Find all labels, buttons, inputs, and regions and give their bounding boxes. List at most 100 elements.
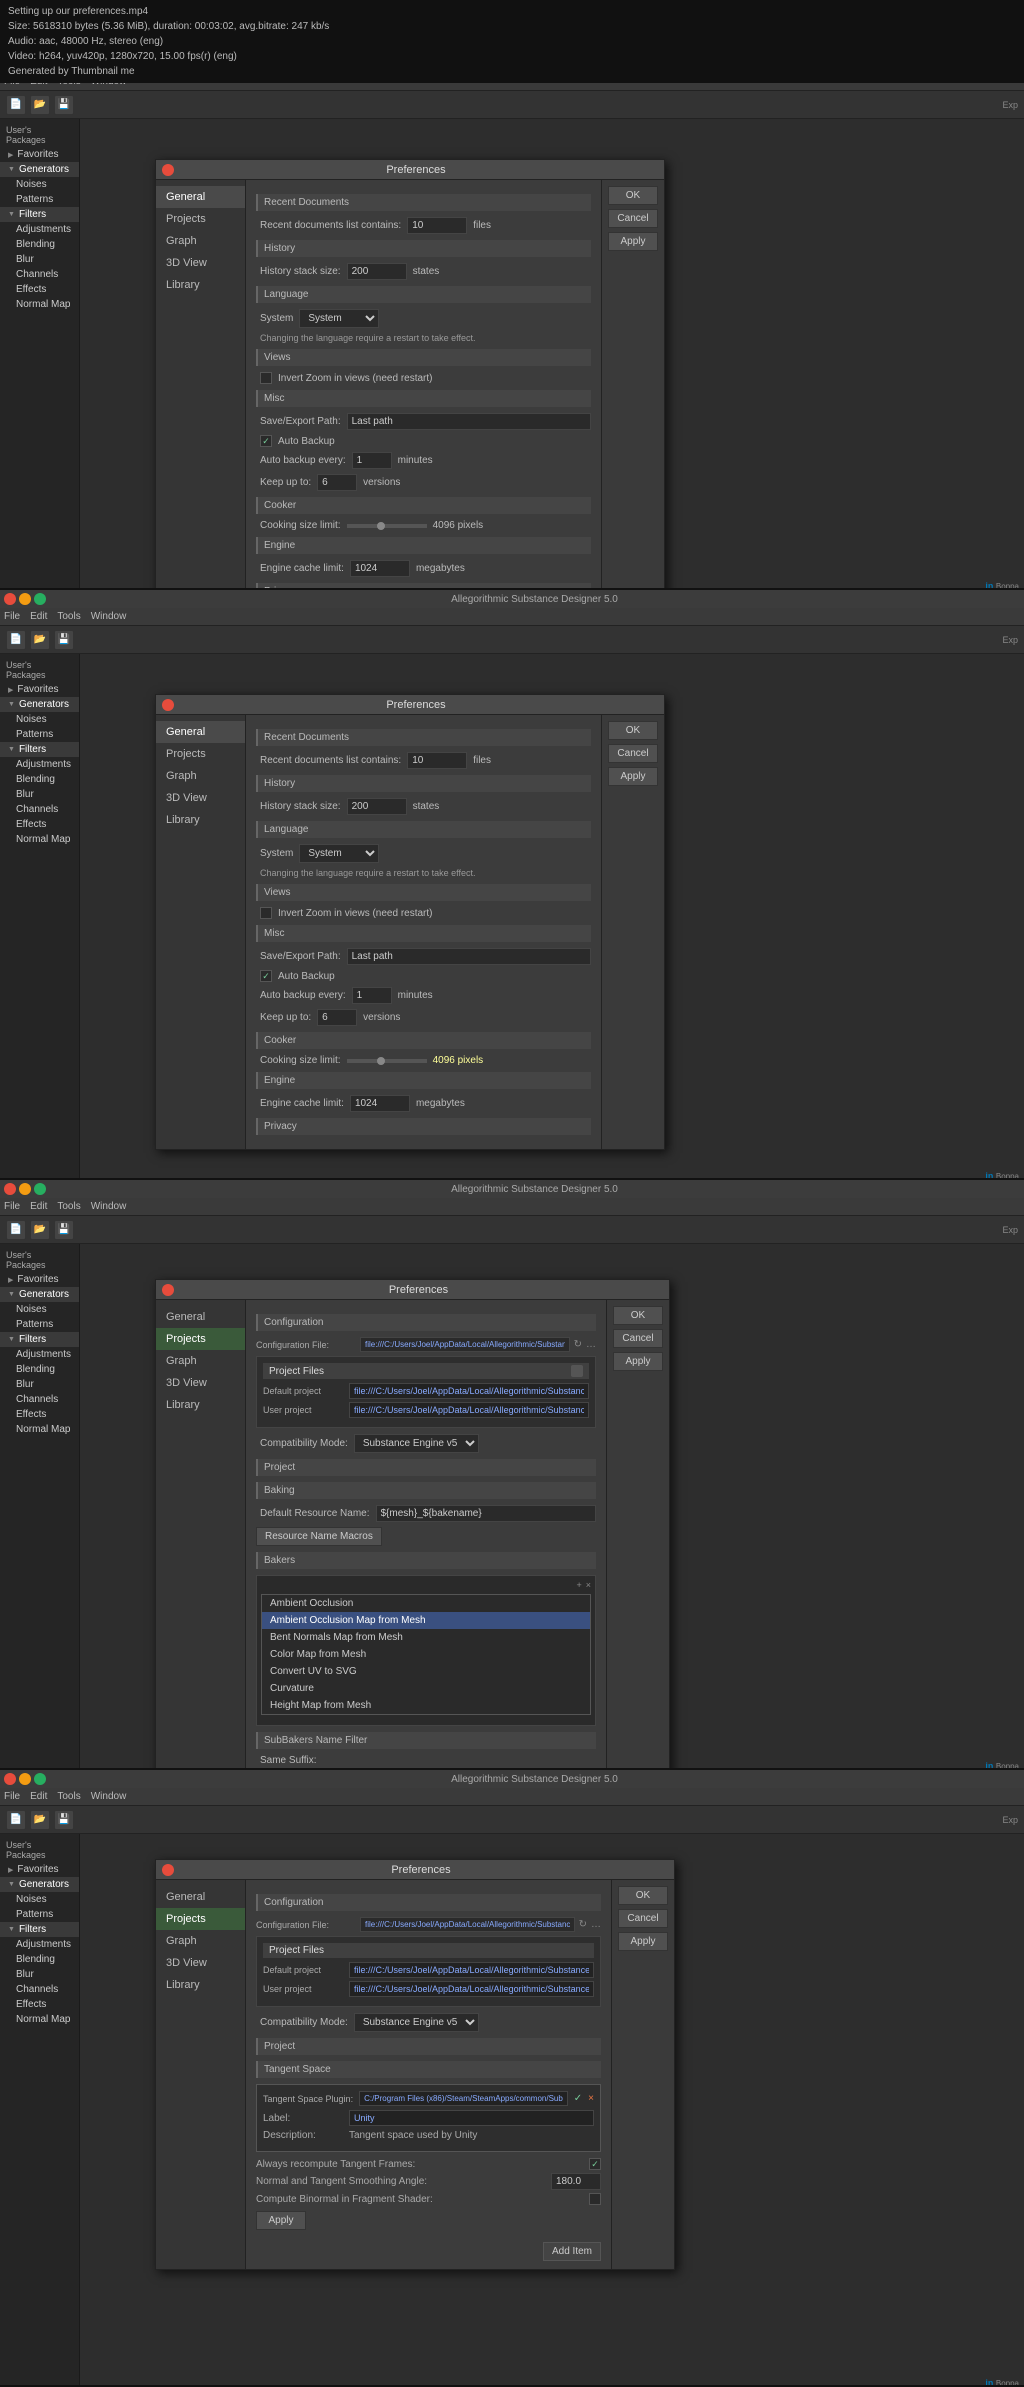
sidebar-item-adjustments[interactable]: Adjustments bbox=[0, 222, 79, 237]
sidebar-item-adjustments-2[interactable]: Adjustments bbox=[0, 757, 79, 772]
recent-docs-input-2[interactable] bbox=[407, 752, 467, 769]
tool-open[interactable]: 📂 bbox=[30, 95, 50, 115]
sidebar-item-effects-2[interactable]: Effects bbox=[0, 817, 79, 832]
pref-nav-projects-4[interactable]: Projects bbox=[156, 1908, 245, 1930]
pref-nav-graph-4[interactable]: Graph bbox=[156, 1930, 245, 1952]
pref-close-btn-1[interactable] bbox=[162, 164, 174, 176]
pref-nav-library-3[interactable]: Library bbox=[156, 1394, 245, 1416]
language-select[interactable]: System bbox=[299, 309, 379, 328]
sidebar-item-adjustments-3[interactable]: Adjustments bbox=[0, 1347, 79, 1362]
pref-nav-library[interactable]: Library bbox=[156, 274, 245, 296]
sidebar-item-favorites[interactable]: ▶ Favorites bbox=[0, 147, 79, 162]
invert-zoom-checkbox-2[interactable] bbox=[260, 907, 272, 919]
tangent-check-icon[interactable]: ✓ bbox=[574, 2093, 582, 2104]
pref-apply-btn-4[interactable]: Apply bbox=[618, 1932, 668, 1951]
baker-item-4[interactable]: Convert UV to SVG bbox=[262, 1663, 590, 1680]
baker-item-1[interactable]: Ambient Occlusion Map from Mesh bbox=[262, 1612, 590, 1629]
sidebar-item-blending-4[interactable]: Blending bbox=[0, 1952, 79, 1967]
config-refresh-icon-4[interactable]: ↻ bbox=[579, 1919, 587, 1930]
pref-nav-projects[interactable]: Projects bbox=[156, 208, 245, 230]
sidebar-item-effects-3[interactable]: Effects bbox=[0, 1407, 79, 1422]
tool-open-3[interactable]: 📂 bbox=[30, 1220, 50, 1240]
pref-cancel-btn-2[interactable]: Cancel bbox=[608, 744, 658, 763]
pref-nav-general[interactable]: General bbox=[156, 186, 245, 208]
baker-item-6[interactable]: Height Map from Mesh bbox=[262, 1697, 590, 1714]
sidebar-item-channels[interactable]: Channels bbox=[0, 267, 79, 282]
sidebar-item-blending-3[interactable]: Blending bbox=[0, 1362, 79, 1377]
sidebar-item-generators-4[interactable]: ▼Generators bbox=[0, 1877, 79, 1892]
tool-new-2[interactable]: 📄 bbox=[6, 630, 26, 650]
history-input[interactable] bbox=[347, 263, 407, 280]
sidebar-item-normalmap[interactable]: Normal Map bbox=[0, 297, 79, 312]
sidebar-item-effects[interactable]: Effects bbox=[0, 282, 79, 297]
engine-cache-input-2[interactable] bbox=[350, 1095, 410, 1112]
pref-apply-btn-3[interactable]: Apply bbox=[613, 1352, 663, 1371]
maximize-btn-3[interactable] bbox=[34, 1183, 46, 1195]
pref-close-btn-2[interactable] bbox=[162, 699, 174, 711]
sidebar-item-channels-4[interactable]: Channels bbox=[0, 1982, 79, 1997]
sidebar-item-blur[interactable]: Blur bbox=[0, 252, 79, 267]
sidebar-item-normalmap-4[interactable]: Normal Map bbox=[0, 2012, 79, 2027]
project-files-toggle[interactable] bbox=[571, 1365, 583, 1377]
keep-up-input[interactable] bbox=[317, 474, 357, 491]
sidebar-item-filters-2[interactable]: ▼Filters bbox=[0, 742, 79, 757]
sidebar-item-blur-3[interactable]: Blur bbox=[0, 1377, 79, 1392]
compat-mode-select-4[interactable]: Substance Engine v5 bbox=[354, 2013, 479, 2032]
pref-apply-btn-1[interactable]: Apply bbox=[608, 232, 658, 251]
tool-open-2[interactable]: 📂 bbox=[30, 630, 50, 650]
bakers-minus-icon[interactable]: × bbox=[586, 1580, 591, 1590]
sidebar-item-noises-3[interactable]: Noises bbox=[0, 1302, 79, 1317]
smoothing-angle-input[interactable] bbox=[551, 2173, 601, 2190]
sidebar-item-normalmap-2[interactable]: Normal Map bbox=[0, 832, 79, 847]
sidebar-item-patterns-4[interactable]: Patterns bbox=[0, 1907, 79, 1922]
config-refresh-icon[interactable]: ↻ bbox=[574, 1339, 582, 1350]
menu-edit-4[interactable]: Edit bbox=[30, 1791, 47, 1802]
sidebar-item-generators-2[interactable]: ▼Generators bbox=[0, 697, 79, 712]
language-select-2[interactable]: System bbox=[299, 844, 379, 863]
sidebar-item-normalmap-3[interactable]: Normal Map bbox=[0, 1422, 79, 1437]
pref-nav-3dview-3[interactable]: 3D View bbox=[156, 1372, 245, 1394]
menu-tools-3[interactable]: Tools bbox=[57, 1201, 80, 1212]
add-item-btn[interactable]: Add Item bbox=[543, 2242, 601, 2261]
pref-nav-projects-3[interactable]: Projects bbox=[156, 1328, 245, 1350]
menu-file-2[interactable]: File bbox=[4, 611, 20, 622]
tangent-remove-icon[interactable]: × bbox=[588, 2093, 594, 2104]
pref-ok-btn-1[interactable]: OK bbox=[608, 186, 658, 205]
sidebar-item-blur-4[interactable]: Blur bbox=[0, 1967, 79, 1982]
sidebar-item-blending-2[interactable]: Blending bbox=[0, 772, 79, 787]
cooking-slider[interactable] bbox=[347, 524, 427, 528]
default-resource-input[interactable] bbox=[376, 1505, 597, 1522]
recent-docs-input[interactable] bbox=[407, 217, 467, 234]
pref-nav-general-2[interactable]: General bbox=[156, 721, 245, 743]
sidebar-item-favorites-3[interactable]: ▶Favorites bbox=[0, 1272, 79, 1287]
menu-edit-3[interactable]: Edit bbox=[30, 1201, 47, 1212]
menu-file-3[interactable]: File bbox=[4, 1201, 20, 1212]
engine-cache-input[interactable] bbox=[350, 560, 410, 577]
auto-backup-checkbox[interactable]: ✓ bbox=[260, 435, 272, 447]
pref-nav-3dview-4[interactable]: 3D View bbox=[156, 1952, 245, 1974]
sidebar-item-blending[interactable]: Blending bbox=[0, 237, 79, 252]
pref-close-btn-4[interactable] bbox=[162, 1864, 174, 1876]
always-recompute-checkbox[interactable]: ✓ bbox=[589, 2158, 601, 2170]
resource-name-macros-btn[interactable]: Resource Name Macros bbox=[256, 1527, 382, 1546]
tool-new-4[interactable]: 📄 bbox=[6, 1810, 26, 1830]
pref-apply-btn-2[interactable]: Apply bbox=[608, 767, 658, 786]
menu-edit-2[interactable]: Edit bbox=[30, 611, 47, 622]
auto-backup-checkbox-2[interactable]: ✓ bbox=[260, 970, 272, 982]
sidebar-item-effects-4[interactable]: Effects bbox=[0, 1997, 79, 2012]
tool-new-3[interactable]: 📄 bbox=[6, 1220, 26, 1240]
baker-item-3[interactable]: Color Map from Mesh bbox=[262, 1646, 590, 1663]
sidebar-item-filters[interactable]: ▼ Filters bbox=[0, 207, 79, 222]
sidebar-item-blur-2[interactable]: Blur bbox=[0, 787, 79, 802]
sidebar-item-noises-4[interactable]: Noises bbox=[0, 1892, 79, 1907]
bakers-plus-icon[interactable]: + bbox=[576, 1580, 581, 1590]
sidebar-item-filters-3[interactable]: ▼Filters bbox=[0, 1332, 79, 1347]
minimize-btn-2[interactable] bbox=[19, 593, 31, 605]
config-file-input-4[interactable] bbox=[360, 1917, 575, 1932]
pref-close-btn-3[interactable] bbox=[162, 1284, 174, 1296]
menu-window-4[interactable]: Window bbox=[91, 1791, 127, 1802]
tangent-plugin-input[interactable] bbox=[359, 2091, 568, 2106]
pref-nav-3dview[interactable]: 3D View bbox=[156, 252, 245, 274]
pref-nav-3dview-2[interactable]: 3D View bbox=[156, 787, 245, 809]
sidebar-item-patterns[interactable]: Patterns bbox=[0, 192, 79, 207]
